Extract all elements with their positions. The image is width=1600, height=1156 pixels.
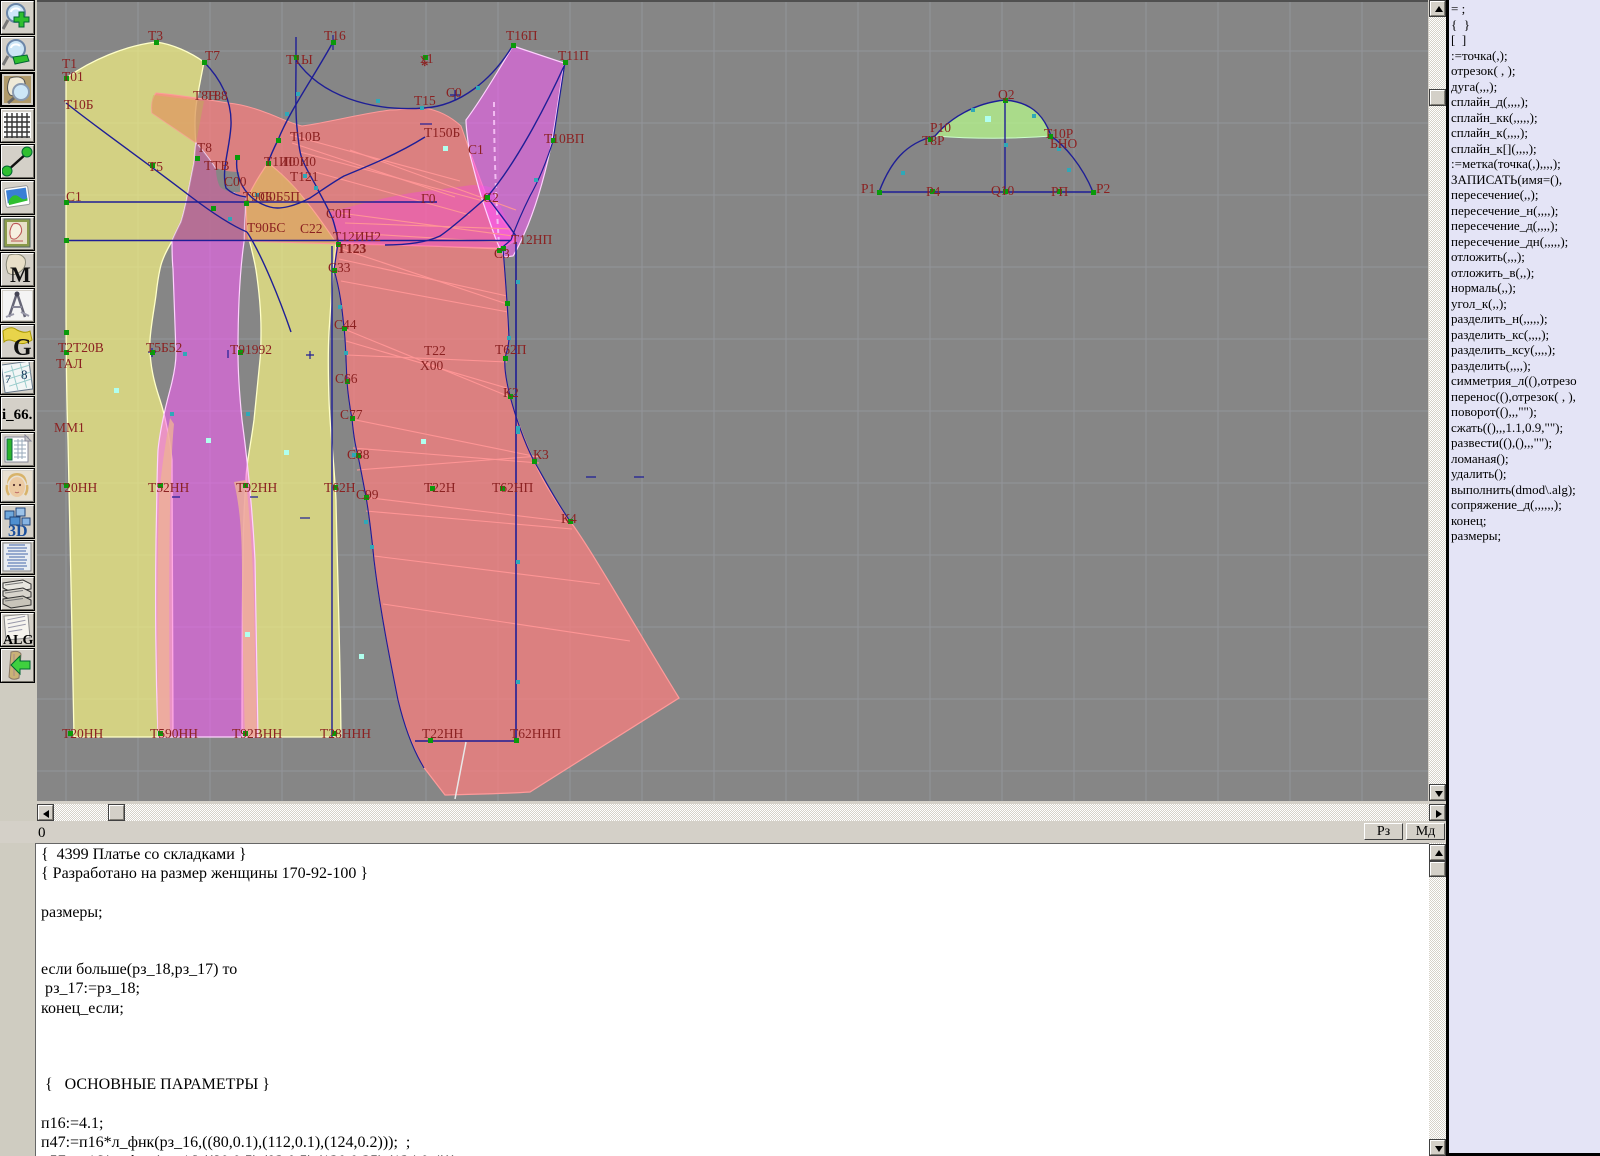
- svg-text:Р1: Р1: [861, 181, 875, 196]
- svg-text:Р2: Р2: [1096, 181, 1110, 196]
- svg-text:ММ1: ММ1: [54, 420, 85, 435]
- svg-text:ЬНО: ЬНО: [1050, 136, 1078, 151]
- svg-text:Т16: Т16: [324, 28, 346, 43]
- svg-text:С33: С33: [328, 260, 351, 275]
- svg-text:К4: К4: [561, 511, 577, 526]
- svg-text:Т62НП: Т62НП: [492, 480, 533, 495]
- svg-text:Х00: Х00: [420, 358, 443, 373]
- svg-text:Т150Б: Т150Б: [424, 125, 460, 140]
- svg-text:Т62Н: Т62Н: [324, 480, 356, 495]
- svg-text:С22: С22: [300, 221, 323, 236]
- svg-text:Т88: Т88: [206, 88, 228, 103]
- svg-text:С1: С1: [468, 142, 484, 157]
- svg-text:Т20НН: Т20НН: [62, 726, 103, 741]
- svg-text:Т16П: Т16П: [506, 28, 538, 43]
- svg-text:С0: С0: [446, 85, 462, 100]
- svg-text:К3: К3: [533, 447, 549, 462]
- svg-text:Т10ВП: Т10ВП: [544, 131, 585, 146]
- svg-text:Т62П: Т62П: [495, 342, 527, 357]
- svg-text:С44: С44: [334, 317, 357, 332]
- svg-text:Т123: Т123: [337, 241, 367, 256]
- svg-text:С0Б5П: С0Б5П: [260, 189, 300, 204]
- svg-text:С2: С2: [483, 190, 499, 205]
- svg-text:РП: РП: [1051, 184, 1069, 199]
- svg-text:С00: С00: [224, 174, 247, 189]
- svg-text:Т22НН: Т22НН: [422, 726, 463, 741]
- svg-text:Q2: Q2: [998, 87, 1015, 102]
- svg-text:С0П: С0П: [326, 206, 352, 221]
- svg-text:Т52НН: Т52НН: [148, 480, 189, 495]
- svg-text:Т3: Т3: [148, 28, 163, 43]
- svg-text:Т5: Т5: [148, 159, 163, 174]
- svg-text:Т8: Т8: [197, 140, 212, 155]
- svg-text:Т22: Т22: [424, 343, 446, 358]
- svg-text:Т1И0: Т1И0: [264, 154, 296, 169]
- svg-text:ТАЛ: ТАЛ: [56, 356, 82, 371]
- svg-text:Р4: Р4: [926, 184, 941, 199]
- svg-text:Т10Б: Т10Б: [64, 97, 94, 112]
- svg-text:*: *: [421, 58, 429, 74]
- svg-text:Т8Р: Т8Р: [922, 133, 945, 148]
- svg-text:Т92ВНН: Т92ВНН: [232, 726, 283, 741]
- svg-text:Т92НН: Т92НН: [236, 480, 277, 495]
- svg-text:Т91992: Т91992: [230, 342, 272, 357]
- svg-text:С1: С1: [66, 189, 82, 204]
- svg-text:Т28ННН: Т28ННН: [320, 726, 371, 741]
- svg-text:Т2Т20В: Т2Т20В: [58, 340, 104, 355]
- svg-text:Т10В: Т10В: [290, 129, 321, 144]
- svg-text:С66: С66: [335, 371, 358, 386]
- svg-text:Т62ННП: Т62ННП: [510, 726, 561, 741]
- svg-text:Т22Н: Т22Н: [424, 480, 456, 495]
- svg-text:С99: С99: [356, 487, 379, 502]
- svg-text:Т1Ы: Т1Ы: [286, 52, 313, 67]
- svg-text:Т121: Т121: [290, 169, 319, 184]
- svg-text:Т15: Т15: [414, 93, 436, 108]
- svg-text:Q10: Q10: [991, 183, 1014, 198]
- svg-text:Т590НН: Т590НН: [150, 726, 198, 741]
- svg-text:ТТВ: ТТВ: [204, 158, 230, 173]
- svg-text:Т11П: Т11П: [558, 48, 589, 63]
- svg-text:С88: С88: [347, 447, 370, 462]
- svg-text:Г0: Г0: [421, 191, 436, 206]
- svg-text:Т01: Т01: [62, 69, 84, 84]
- svg-text:С3: С3: [494, 246, 510, 261]
- svg-text:Т7: Т7: [205, 48, 220, 63]
- svg-text:Т90БС: Т90БС: [247, 220, 285, 235]
- svg-text:Т5Б52: Т5Б52: [146, 340, 182, 355]
- svg-text:Т20НН: Т20НН: [56, 480, 97, 495]
- svg-text:Т12НП: Т12НП: [511, 232, 552, 247]
- svg-text:С77: С77: [340, 407, 363, 422]
- svg-text:К2: К2: [503, 385, 519, 400]
